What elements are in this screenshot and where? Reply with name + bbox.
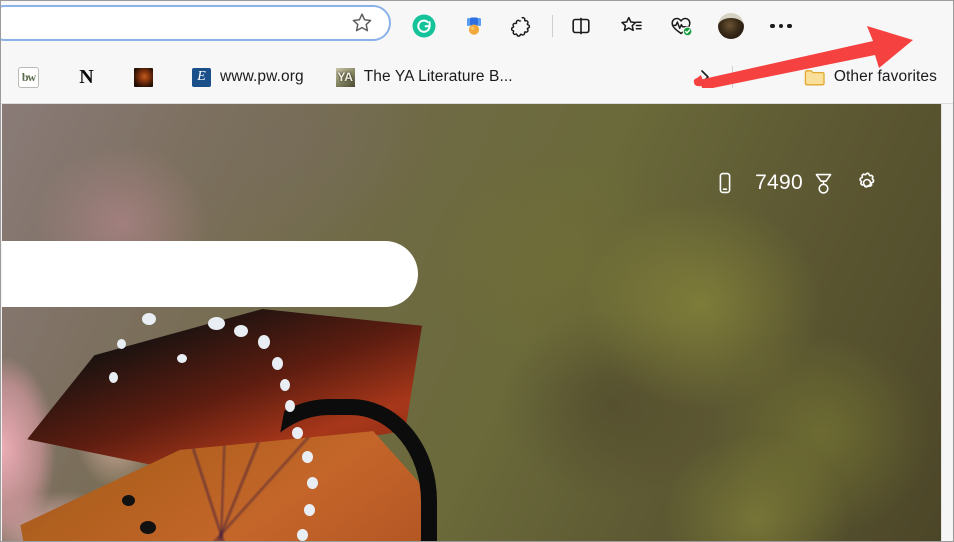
bookmarks-overflow-button[interactable] [690,62,720,92]
page-search-box[interactable] [2,241,418,307]
mobile-phone-icon [719,172,731,194]
bookmarks-bar: bw N E www.pw.org YA The YA Literature B… [1,51,953,104]
bookmark-pw[interactable]: E www.pw.org [185,62,311,92]
favorites-star-list-icon [621,16,642,32]
split-screen-button[interactable] [556,1,606,51]
extensions-button[interactable] [499,1,549,51]
bookmark-thumbnail[interactable] [127,62,169,92]
toolbar-icon-group [399,1,806,51]
chevron-right-icon [701,70,709,84]
page-scrollbar[interactable] [941,104,952,541]
butterfly-image [2,299,502,541]
bw-monogram-icon: bw [18,66,39,88]
bookmarks-divider [732,66,733,88]
toolbar-divider [552,15,553,37]
rewards-points-count: 7490 [755,171,803,194]
favorites-button[interactable] [606,1,656,51]
rewards-extension-button[interactable] [449,1,499,51]
bookmark-label: The YA Literature B... [363,68,513,85]
other-favorites-label: Other favorites [833,68,937,85]
bookmark-label: www.pw.org [220,68,304,85]
medal-icon [815,173,832,194]
bookmark-n[interactable]: N [70,62,112,92]
split-screen-icon [572,17,590,35]
address-bar-value [388,23,389,24]
folder-icon [804,69,825,86]
rewards-points-button[interactable]: 7490 [749,170,843,197]
browser-essentials-button[interactable] [656,1,706,51]
mobile-phone-button[interactable] [701,159,749,207]
settings-and-more-button[interactable] [756,1,806,51]
address-bar[interactable] [1,5,391,41]
page-settings-button[interactable] [843,159,891,207]
bookmark-ya-literature[interactable]: YA The YA Literature B... [329,62,520,92]
browser-toolbar [1,1,953,51]
other-favorites-button[interactable]: Other favorites [804,62,937,92]
rewards-toolbar: 7490 [701,159,891,207]
ya-monogram-icon: YA [335,67,355,87]
bookmark-bw[interactable]: bw [11,62,55,92]
browser-window: bw N E www.pw.org YA The YA Literature B… [0,0,954,542]
ellipsis-icon [770,23,792,29]
new-tab-page: 7490 [2,104,943,541]
pw-monogram-icon: E [192,67,211,87]
profile-button[interactable] [706,1,756,51]
avatar [718,13,744,39]
gear-icon [859,172,875,188]
medal-icon [467,17,481,35]
n-monogram-icon: N [79,67,94,87]
grammarly-icon [412,14,436,38]
heart-pulse-icon [671,17,693,37]
puzzle-piece-icon [511,16,531,37]
favorite-star-icon[interactable] [349,10,375,36]
dark-thumbnail-icon [134,67,153,87]
grammarly-extension-button[interactable] [399,1,449,51]
